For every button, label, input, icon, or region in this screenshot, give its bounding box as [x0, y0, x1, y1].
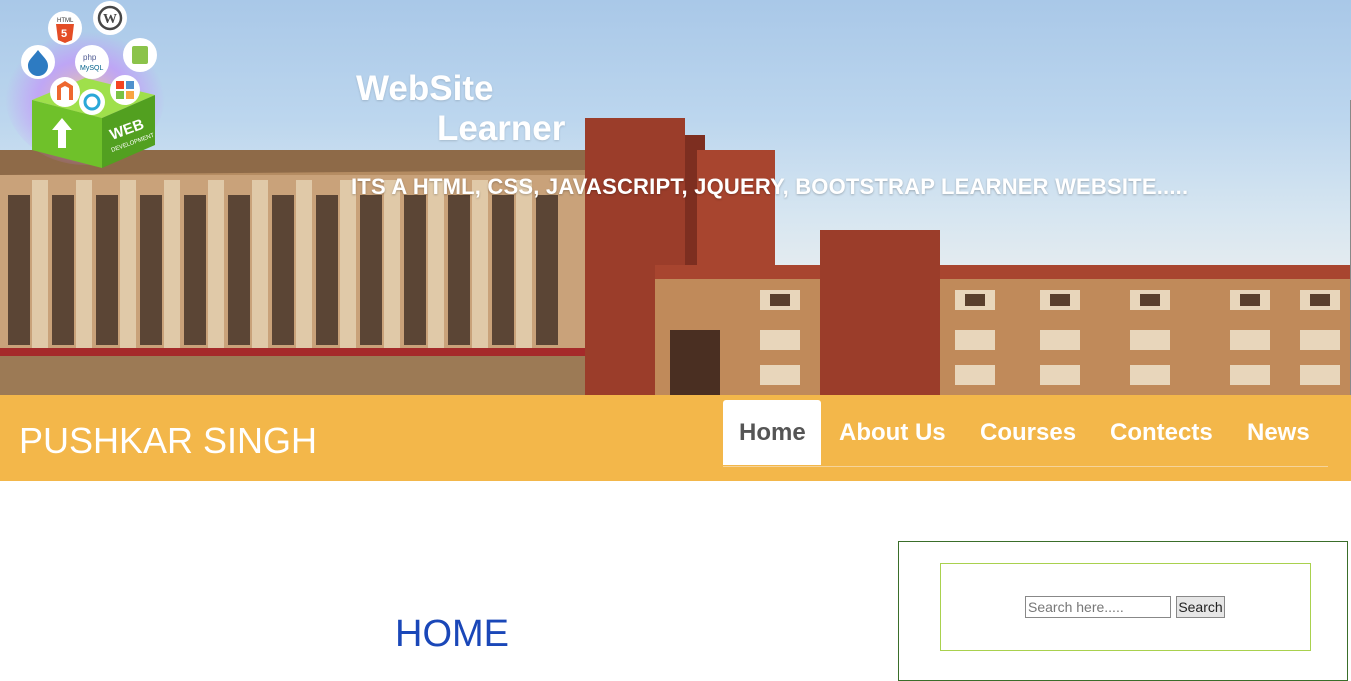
- nav-item-home[interactable]: Home: [723, 400, 821, 465]
- nav-menu: Home About Us Courses Contects News: [723, 400, 1328, 467]
- wordpress-icon-letter: W: [103, 12, 117, 27]
- wordpress-icon: W: [93, 1, 127, 35]
- search-input[interactable]: [1025, 596, 1171, 618]
- search-button[interactable]: Search: [1176, 596, 1225, 618]
- html5-icon-number: 5: [61, 28, 67, 40]
- web-development-logo: WEB DEVELOPMENT HTML 5 W php MySQL: [5, 1, 165, 168]
- nav-item-about-us[interactable]: About Us: [823, 400, 962, 465]
- site-title-line2: Learner: [437, 109, 566, 148]
- html5-icon: HTML 5: [48, 11, 82, 45]
- php-icon-label: php: [83, 53, 97, 62]
- joomla-icon: [110, 75, 140, 105]
- navbar-brand[interactable]: PUSHKAR SINGH: [19, 420, 317, 462]
- opencart-icon: [123, 38, 157, 72]
- nav-item-courses[interactable]: Courses: [964, 400, 1092, 465]
- php-mysql-icon: php MySQL: [75, 45, 109, 79]
- nav-item-news[interactable]: News: [1231, 400, 1326, 465]
- page-heading: HOME: [395, 613, 509, 655]
- site-title-line1: WebSite: [356, 69, 494, 108]
- header-banner: WEB DEVELOPMENT HTML 5 W php MySQL WebSi…: [0, 0, 1351, 395]
- html5-icon-label: HTML: [57, 18, 74, 24]
- magento-icon: [50, 77, 80, 107]
- drupal-icon: [21, 45, 55, 79]
- spiral-icon: [79, 89, 105, 115]
- nav-item-contects[interactable]: Contects: [1094, 400, 1229, 465]
- site-tagline: ITS A HTML, CSS, JAVASCRIPT, JQUERY, BOO…: [351, 174, 1189, 199]
- mysql-icon-label: MySQL: [80, 65, 103, 72]
